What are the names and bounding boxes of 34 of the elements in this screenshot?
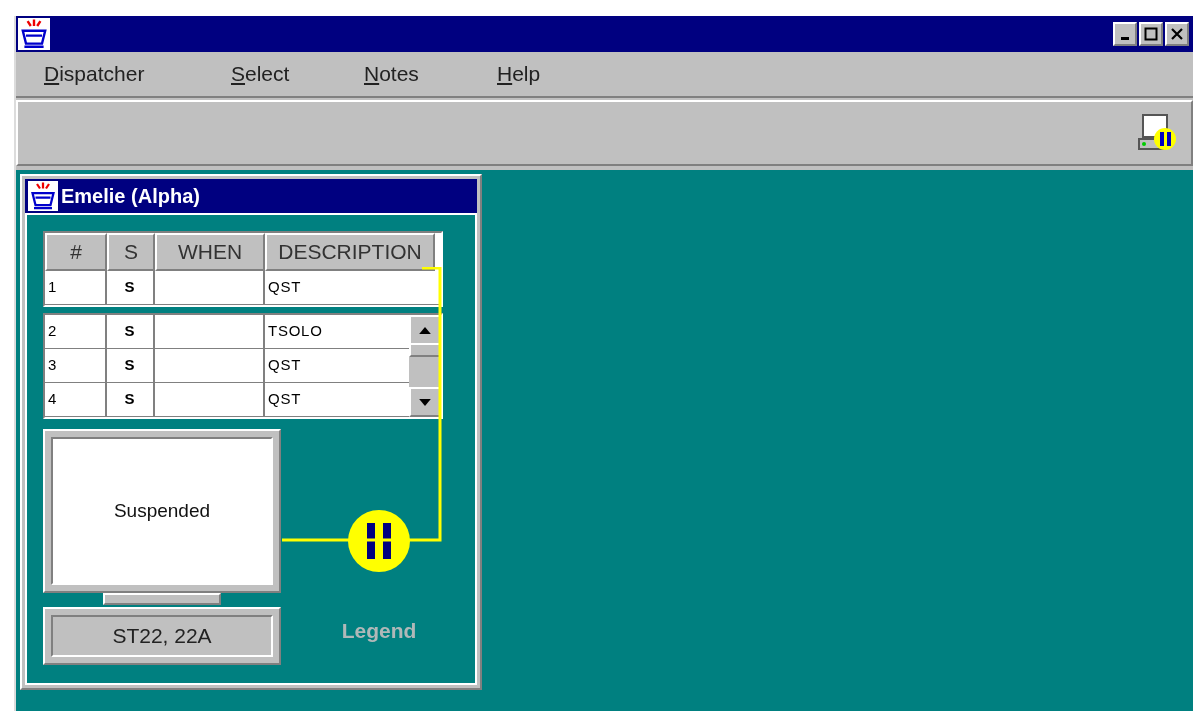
table-cell: S (107, 271, 155, 304)
maximize-icon (1144, 27, 1158, 41)
scroll-down-icon (419, 398, 431, 406)
menu-item[interactable]: Help (497, 58, 620, 90)
app-icon (18, 18, 50, 50)
menu-item[interactable]: Dispatcher (44, 58, 221, 90)
maximize-button[interactable] (1139, 22, 1163, 46)
frame-icon (27, 181, 59, 211)
minimize-button[interactable] (1113, 22, 1137, 46)
menu-item[interactable]: Notes (364, 58, 487, 90)
scroll-up-icon (419, 326, 431, 334)
close-button[interactable] (1165, 22, 1189, 46)
terminal-label: ST22, 22A (51, 615, 273, 657)
table-cell-text: TSOLO (267, 321, 324, 342)
table-cell: 1 (45, 271, 107, 304)
table-cell: S (107, 383, 155, 416)
menu-item[interactable]: Select (231, 58, 354, 90)
table-cell: 4 (45, 383, 107, 416)
column-header[interactable]: WHEN (155, 233, 265, 271)
frame-title: Emelie (Alpha) (61, 184, 200, 209)
table-cell-text: QST (267, 355, 303, 376)
table-cell-text: QST (267, 277, 303, 298)
table-cell-text: QST (267, 389, 303, 410)
monitor-pause-icon (1137, 113, 1177, 153)
scrollbar[interactable] (409, 315, 441, 417)
column-header[interactable]: S (107, 233, 155, 271)
minimize-icon (1121, 36, 1129, 40)
terminal-status: Suspended (113, 498, 211, 523)
pause-status-icon (347, 509, 411, 573)
scroll-thumb[interactable] (409, 343, 441, 357)
column-header[interactable]: DESCRIPTION (265, 233, 435, 271)
column-header[interactable]: # (45, 233, 107, 271)
close-icon (1170, 27, 1184, 41)
status-toolbar-button[interactable] (1137, 113, 1177, 153)
